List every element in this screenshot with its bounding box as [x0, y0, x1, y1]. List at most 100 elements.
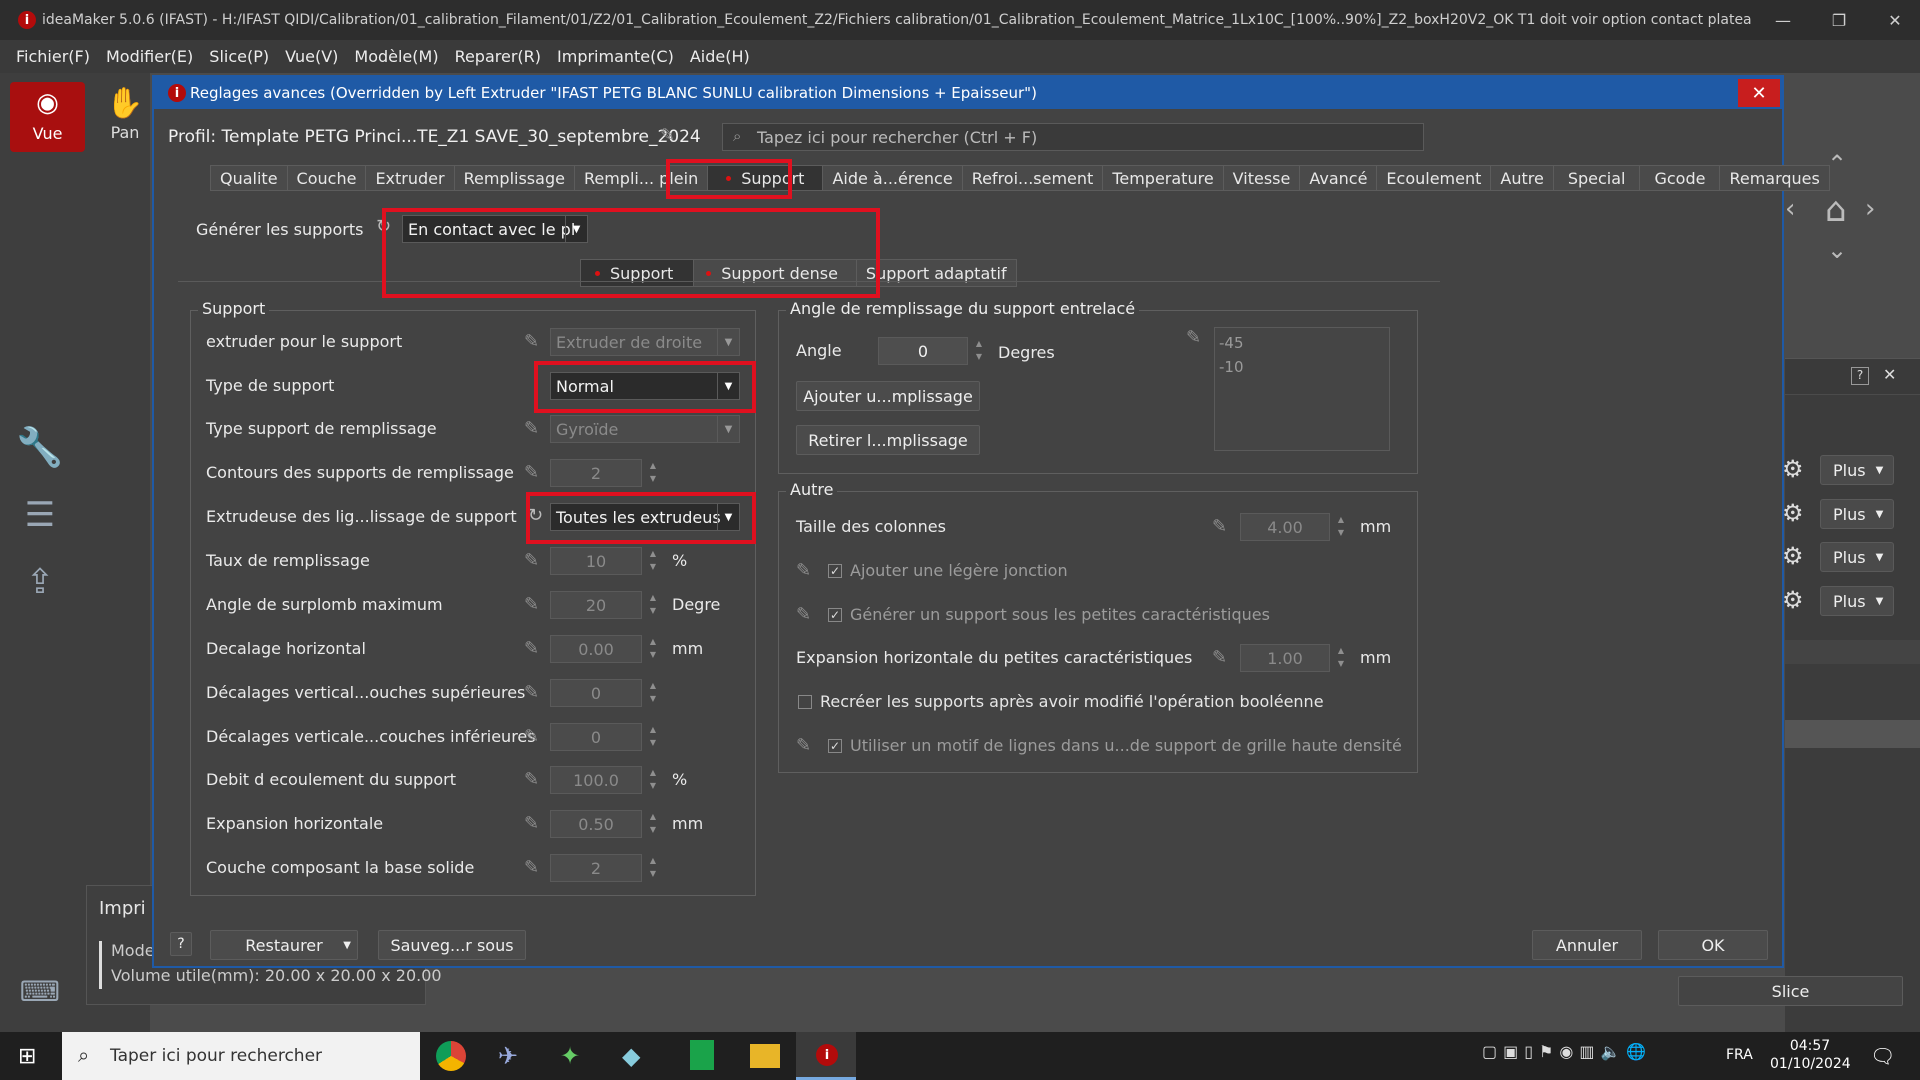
- menu-printer[interactable]: Imprimante(C): [557, 47, 674, 66]
- angle-input[interactable]: 0: [878, 337, 968, 365]
- small-features-expansion-input[interactable]: 1.00: [1240, 644, 1330, 672]
- tab-cooling[interactable]: Refroi...sement: [961, 165, 1104, 191]
- spreadsheet-icon[interactable]: [690, 1040, 714, 1070]
- gear-icon[interactable]: ⚙: [1782, 586, 1804, 614]
- pencil-icon[interactable]: ✎: [796, 735, 811, 756]
- pencil-icon[interactable]: ✎: [796, 604, 811, 625]
- maximize-icon[interactable]: ❐: [1816, 0, 1862, 40]
- tab-extruder[interactable]: Extruder: [365, 165, 455, 191]
- light-join-checkbox[interactable]: ✓: [828, 564, 842, 578]
- column-size-input[interactable]: 4.00: [1240, 513, 1330, 541]
- gear-icon[interactable]: ⚙: [1782, 499, 1804, 527]
- list-item[interactable]: -45: [1219, 331, 1385, 355]
- pencil-icon[interactable]: ✎: [796, 560, 811, 581]
- bottom-vertical-offset-input[interactable]: 0: [550, 723, 642, 751]
- chrome-icon[interactable]: [436, 1041, 466, 1071]
- stepper-arrows-icon[interactable]: ▲ ▼: [1332, 644, 1350, 672]
- menu-help[interactable]: Aide(H): [690, 47, 750, 66]
- view-button[interactable]: ◉ Vue: [10, 82, 85, 152]
- recreate-supports-checkbox[interactable]: [798, 695, 812, 709]
- gear-icon[interactable]: ⚙: [1782, 455, 1804, 483]
- tab-special[interactable]: Special: [1552, 165, 1641, 191]
- stepper-arrows-icon[interactable]: ▲ ▼: [644, 547, 662, 575]
- stepper-arrows-icon[interactable]: ▲ ▼: [644, 679, 662, 707]
- pencil-icon[interactable]: ✎: [524, 769, 539, 790]
- restore-button[interactable]: Restaurer ▼: [210, 930, 358, 960]
- language-indicator[interactable]: FRA: [1726, 1047, 1753, 1063]
- pencil-icon[interactable]: ✎: [524, 418, 539, 439]
- home-icon[interactable]: ⌂: [1825, 190, 1847, 230]
- keyboard-icon[interactable]: ⌨: [10, 975, 70, 1008]
- stepper-arrows-icon[interactable]: ▲ ▼: [644, 591, 662, 619]
- menu-model[interactable]: Modèle(M): [354, 47, 438, 66]
- list-icon[interactable]: ☰: [10, 495, 70, 535]
- subtab-adaptive-support[interactable]: Support adaptatif: [855, 259, 1017, 287]
- help-button[interactable]: ?: [170, 932, 192, 956]
- pencil-icon[interactable]: ✎: [524, 462, 539, 483]
- horizontal-offset-input[interactable]: 0.00: [550, 635, 642, 663]
- menu-view[interactable]: Vue(V): [285, 47, 338, 66]
- menu-repair[interactable]: Reparer(R): [455, 47, 541, 66]
- ok-button[interactable]: OK: [1658, 930, 1768, 960]
- tab-gcode[interactable]: Gcode: [1639, 165, 1721, 191]
- top-vertical-offset-input[interactable]: 0: [550, 679, 642, 707]
- stepper-arrows-icon[interactable]: ▲ ▼: [970, 337, 988, 365]
- support-density-input[interactable]: 10: [550, 547, 642, 575]
- pencil-icon[interactable]: ✎: [524, 857, 539, 878]
- menu-slice[interactable]: Slice(P): [209, 47, 269, 66]
- windows-start-icon[interactable]: ⊞: [18, 1044, 36, 1069]
- notifications-icon[interactable]: 🗨: [1870, 1044, 1895, 1068]
- stepper-arrows-icon[interactable]: ▲ ▼: [644, 854, 662, 882]
- chevron-down-icon[interactable]: ⌄: [1827, 236, 1847, 264]
- pencil-icon[interactable]: ✎: [660, 125, 675, 146]
- pencil-icon[interactable]: ✎: [524, 638, 539, 659]
- app-icon[interactable]: ✦: [560, 1042, 580, 1070]
- support-flow-input[interactable]: 100.0: [550, 766, 642, 794]
- pan-button[interactable]: ✋ Pan: [95, 82, 155, 152]
- clock[interactable]: 04:57 01/10/2024: [1770, 1038, 1851, 1072]
- slice-button[interactable]: Slice: [1678, 976, 1903, 1006]
- lines-pattern-checkbox[interactable]: ✓: [828, 739, 842, 753]
- stepper-arrows-icon[interactable]: ▲ ▼: [644, 810, 662, 838]
- folder-icon[interactable]: [750, 1044, 780, 1068]
- pencil-icon[interactable]: ✎: [524, 331, 539, 352]
- ideamaker-taskbar-button[interactable]: i: [796, 1032, 856, 1080]
- close-icon[interactable]: ✕: [1883, 365, 1896, 384]
- tab-other[interactable]: Autre: [1490, 165, 1554, 191]
- pencil-icon[interactable]: ✎: [524, 682, 539, 703]
- tab-temperature[interactable]: Temperature: [1102, 165, 1224, 191]
- tab-advanced[interactable]: Avancé: [1299, 165, 1378, 191]
- tab-layer[interactable]: Couche: [286, 165, 367, 191]
- tab-quality[interactable]: Qualite: [210, 165, 288, 191]
- list-item[interactable]: [1785, 720, 1920, 748]
- pencil-icon[interactable]: ✎: [524, 594, 539, 615]
- app-icon[interactable]: ✈: [498, 1042, 518, 1070]
- more-button[interactable]: Plus ▼: [1820, 542, 1894, 572]
- remove-angle-button[interactable]: Retirer l...mplissage: [796, 425, 980, 455]
- chevron-left-icon[interactable]: ‹: [1785, 194, 1795, 224]
- support-infill-contours-input[interactable]: 2: [550, 459, 642, 487]
- dialog-close-button[interactable]: ✕: [1738, 79, 1780, 107]
- wrench-icon[interactable]: 🔧: [10, 425, 70, 470]
- stepper-arrows-icon[interactable]: ▲ ▼: [644, 635, 662, 663]
- menu-file[interactable]: Fichier(F): [16, 47, 90, 66]
- support-infill-type-select[interactable]: Gyroïde ▼: [550, 415, 740, 443]
- angle-list[interactable]: -45 -10: [1214, 327, 1390, 451]
- tab-infill[interactable]: Remplissage: [453, 165, 575, 191]
- pencil-icon[interactable]: ✎: [524, 813, 539, 834]
- help-icon[interactable]: ?: [1851, 367, 1869, 385]
- taskbar-search[interactable]: ⌕ Taper ici pour rechercher: [62, 1032, 420, 1080]
- chevron-right-icon[interactable]: ›: [1865, 194, 1875, 224]
- cancel-button[interactable]: Annuler: [1532, 930, 1642, 960]
- search-input[interactable]: ⌕ Tapez ici pour rechercher (Ctrl + F): [722, 123, 1424, 151]
- gear-icon[interactable]: ⚙: [1782, 542, 1804, 570]
- more-button[interactable]: Plus ▼: [1820, 586, 1894, 616]
- pencil-icon[interactable]: ✎: [524, 726, 539, 747]
- save-as-button[interactable]: Sauveg...r sous: [378, 930, 526, 960]
- close-window-icon[interactable]: ✕: [1872, 0, 1918, 40]
- stepper-arrows-icon[interactable]: ▲ ▼: [644, 723, 662, 751]
- solid-base-layers-input[interactable]: 2: [550, 854, 642, 882]
- system-tray-icons[interactable]: ▢▣▯⚑◉▥🔈🌐: [1482, 1042, 1652, 1061]
- support-extruder-select[interactable]: Extruder de droite ▼: [550, 328, 740, 356]
- pencil-icon[interactable]: ✎: [1186, 327, 1201, 348]
